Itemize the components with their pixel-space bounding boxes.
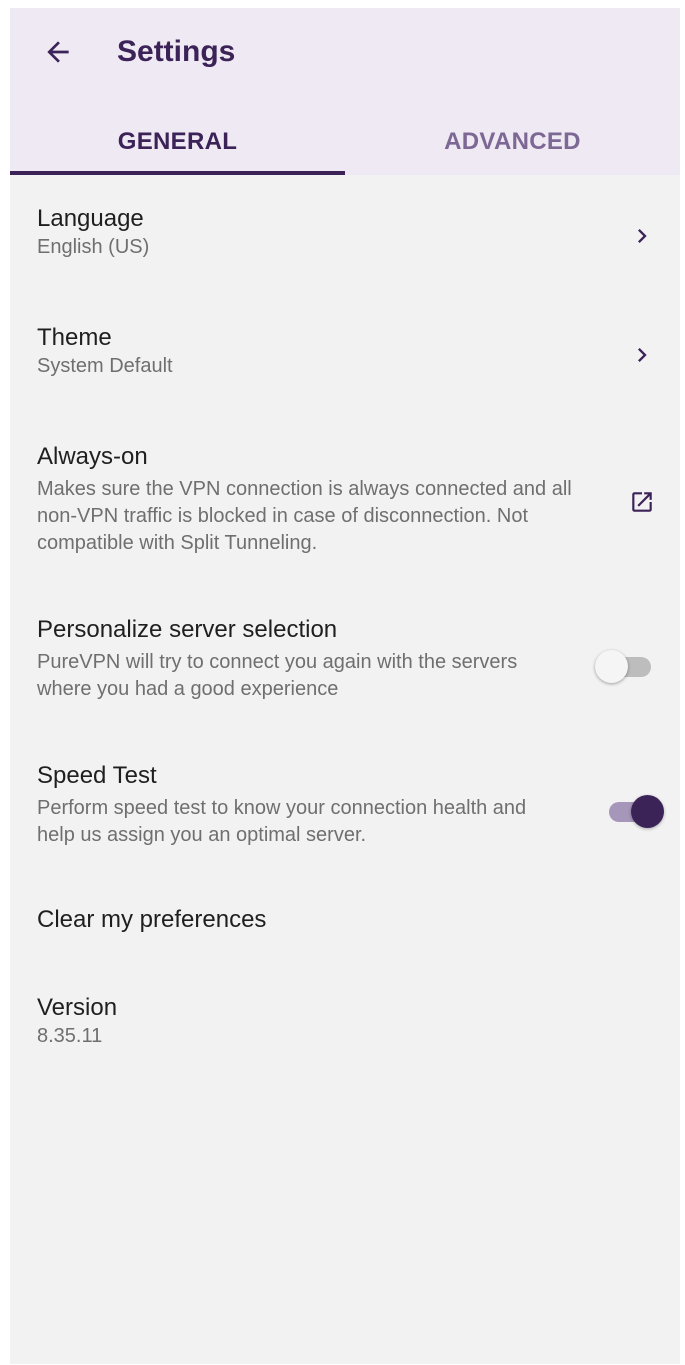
theme-title: Theme <box>37 324 112 351</box>
always-on-title: Always-on <box>37 443 148 470</box>
personalize-title: Personalize server selection <box>37 616 338 643</box>
language-value: English (US) <box>37 236 150 258</box>
setting-clear-preferences[interactable]: Clear my preferences <box>37 905 657 945</box>
personalize-description: PureVPN will try to connect you again wi… <box>37 651 518 700</box>
back-button[interactable] <box>36 30 80 74</box>
version-value: 8.35.11 <box>37 1025 103 1047</box>
setting-always-on[interactable]: Always-on Makes sure the VPN connection … <box>37 442 657 562</box>
theme-value: System Default <box>37 355 173 377</box>
chevron-right-icon <box>627 340 657 370</box>
settings-screen: Settings GENERAL ADVANCED Language Engli… <box>10 8 680 1364</box>
tab-advanced[interactable]: ADVANCED <box>345 108 680 175</box>
arrow-left-icon <box>47 41 69 63</box>
version-title: Version <box>37 994 118 1021</box>
speed-test-description: Perform speed test to know your connecti… <box>37 797 527 846</box>
speed-test-toggle[interactable] <box>605 792 667 832</box>
app-bar: Settings GENERAL ADVANCED <box>10 8 680 175</box>
page-title: Settings <box>117 35 236 68</box>
language-title: Language <box>37 205 144 232</box>
active-tab-indicator <box>10 171 345 175</box>
chevron-right-icon <box>627 221 657 251</box>
setting-theme[interactable]: Theme System Default <box>37 323 657 387</box>
clear-preferences-title: Clear my preferences <box>37 906 267 933</box>
toggle-thumb <box>595 650 628 683</box>
setting-speed-test[interactable]: Speed Test Perform speed test to know yo… <box>37 761 664 855</box>
setting-version: Version 8.35.11 <box>37 993 657 1057</box>
tab-bar: GENERAL ADVANCED <box>10 108 680 175</box>
setting-language[interactable]: Language English (US) <box>37 204 657 268</box>
speed-test-title: Speed Test <box>37 762 157 789</box>
open-external-icon[interactable] <box>627 487 657 517</box>
setting-personalize-server[interactable]: Personalize server selection PureVPN wil… <box>37 615 657 709</box>
always-on-description: Makes sure the VPN connection is always … <box>37 478 572 554</box>
personalize-toggle[interactable] <box>595 647 657 687</box>
tab-general-label: GENERAL <box>117 127 238 155</box>
toggle-thumb <box>631 795 664 828</box>
tab-advanced-label: ADVANCED <box>444 127 581 155</box>
tab-general[interactable]: GENERAL <box>10 108 345 175</box>
